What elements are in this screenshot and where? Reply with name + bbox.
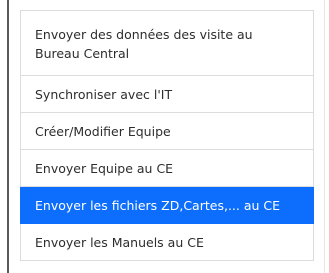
menu-item-label: Envoyer Equipe au CE xyxy=(35,160,174,176)
menu-item-send-team[interactable]: Envoyer Equipe au CE xyxy=(20,150,314,187)
menu-item-send-manuals[interactable]: Envoyer les Manuels au CE xyxy=(20,224,314,261)
left-divider xyxy=(7,0,9,273)
menu-item-send-visit-data[interactable]: Envoyer des données des visite au Bureau… xyxy=(20,10,314,76)
menu-item-sync-it[interactable]: Synchroniser avec l'IT xyxy=(20,76,314,113)
right-divider xyxy=(324,0,325,273)
menu-item-label: Synchroniser avec l'IT xyxy=(35,86,173,102)
menu-item-label: Créer/Modifier Equipe xyxy=(35,123,171,139)
page: Envoyer des données des visite au Bureau… xyxy=(0,0,329,273)
menu-item-edit-team[interactable]: Créer/Modifier Equipe xyxy=(20,113,314,150)
menu-item-label: Envoyer les fichiers ZD,Cartes,... au CE xyxy=(35,197,281,213)
action-menu: Envoyer des données des visite au Bureau… xyxy=(20,10,314,261)
menu-item-label: Envoyer des données des visite au Bureau… xyxy=(35,27,253,61)
menu-item-send-files[interactable]: Envoyer les fichiers ZD,Cartes,... au CE xyxy=(20,187,314,224)
menu-item-label: Envoyer les Manuels au CE xyxy=(35,234,204,250)
